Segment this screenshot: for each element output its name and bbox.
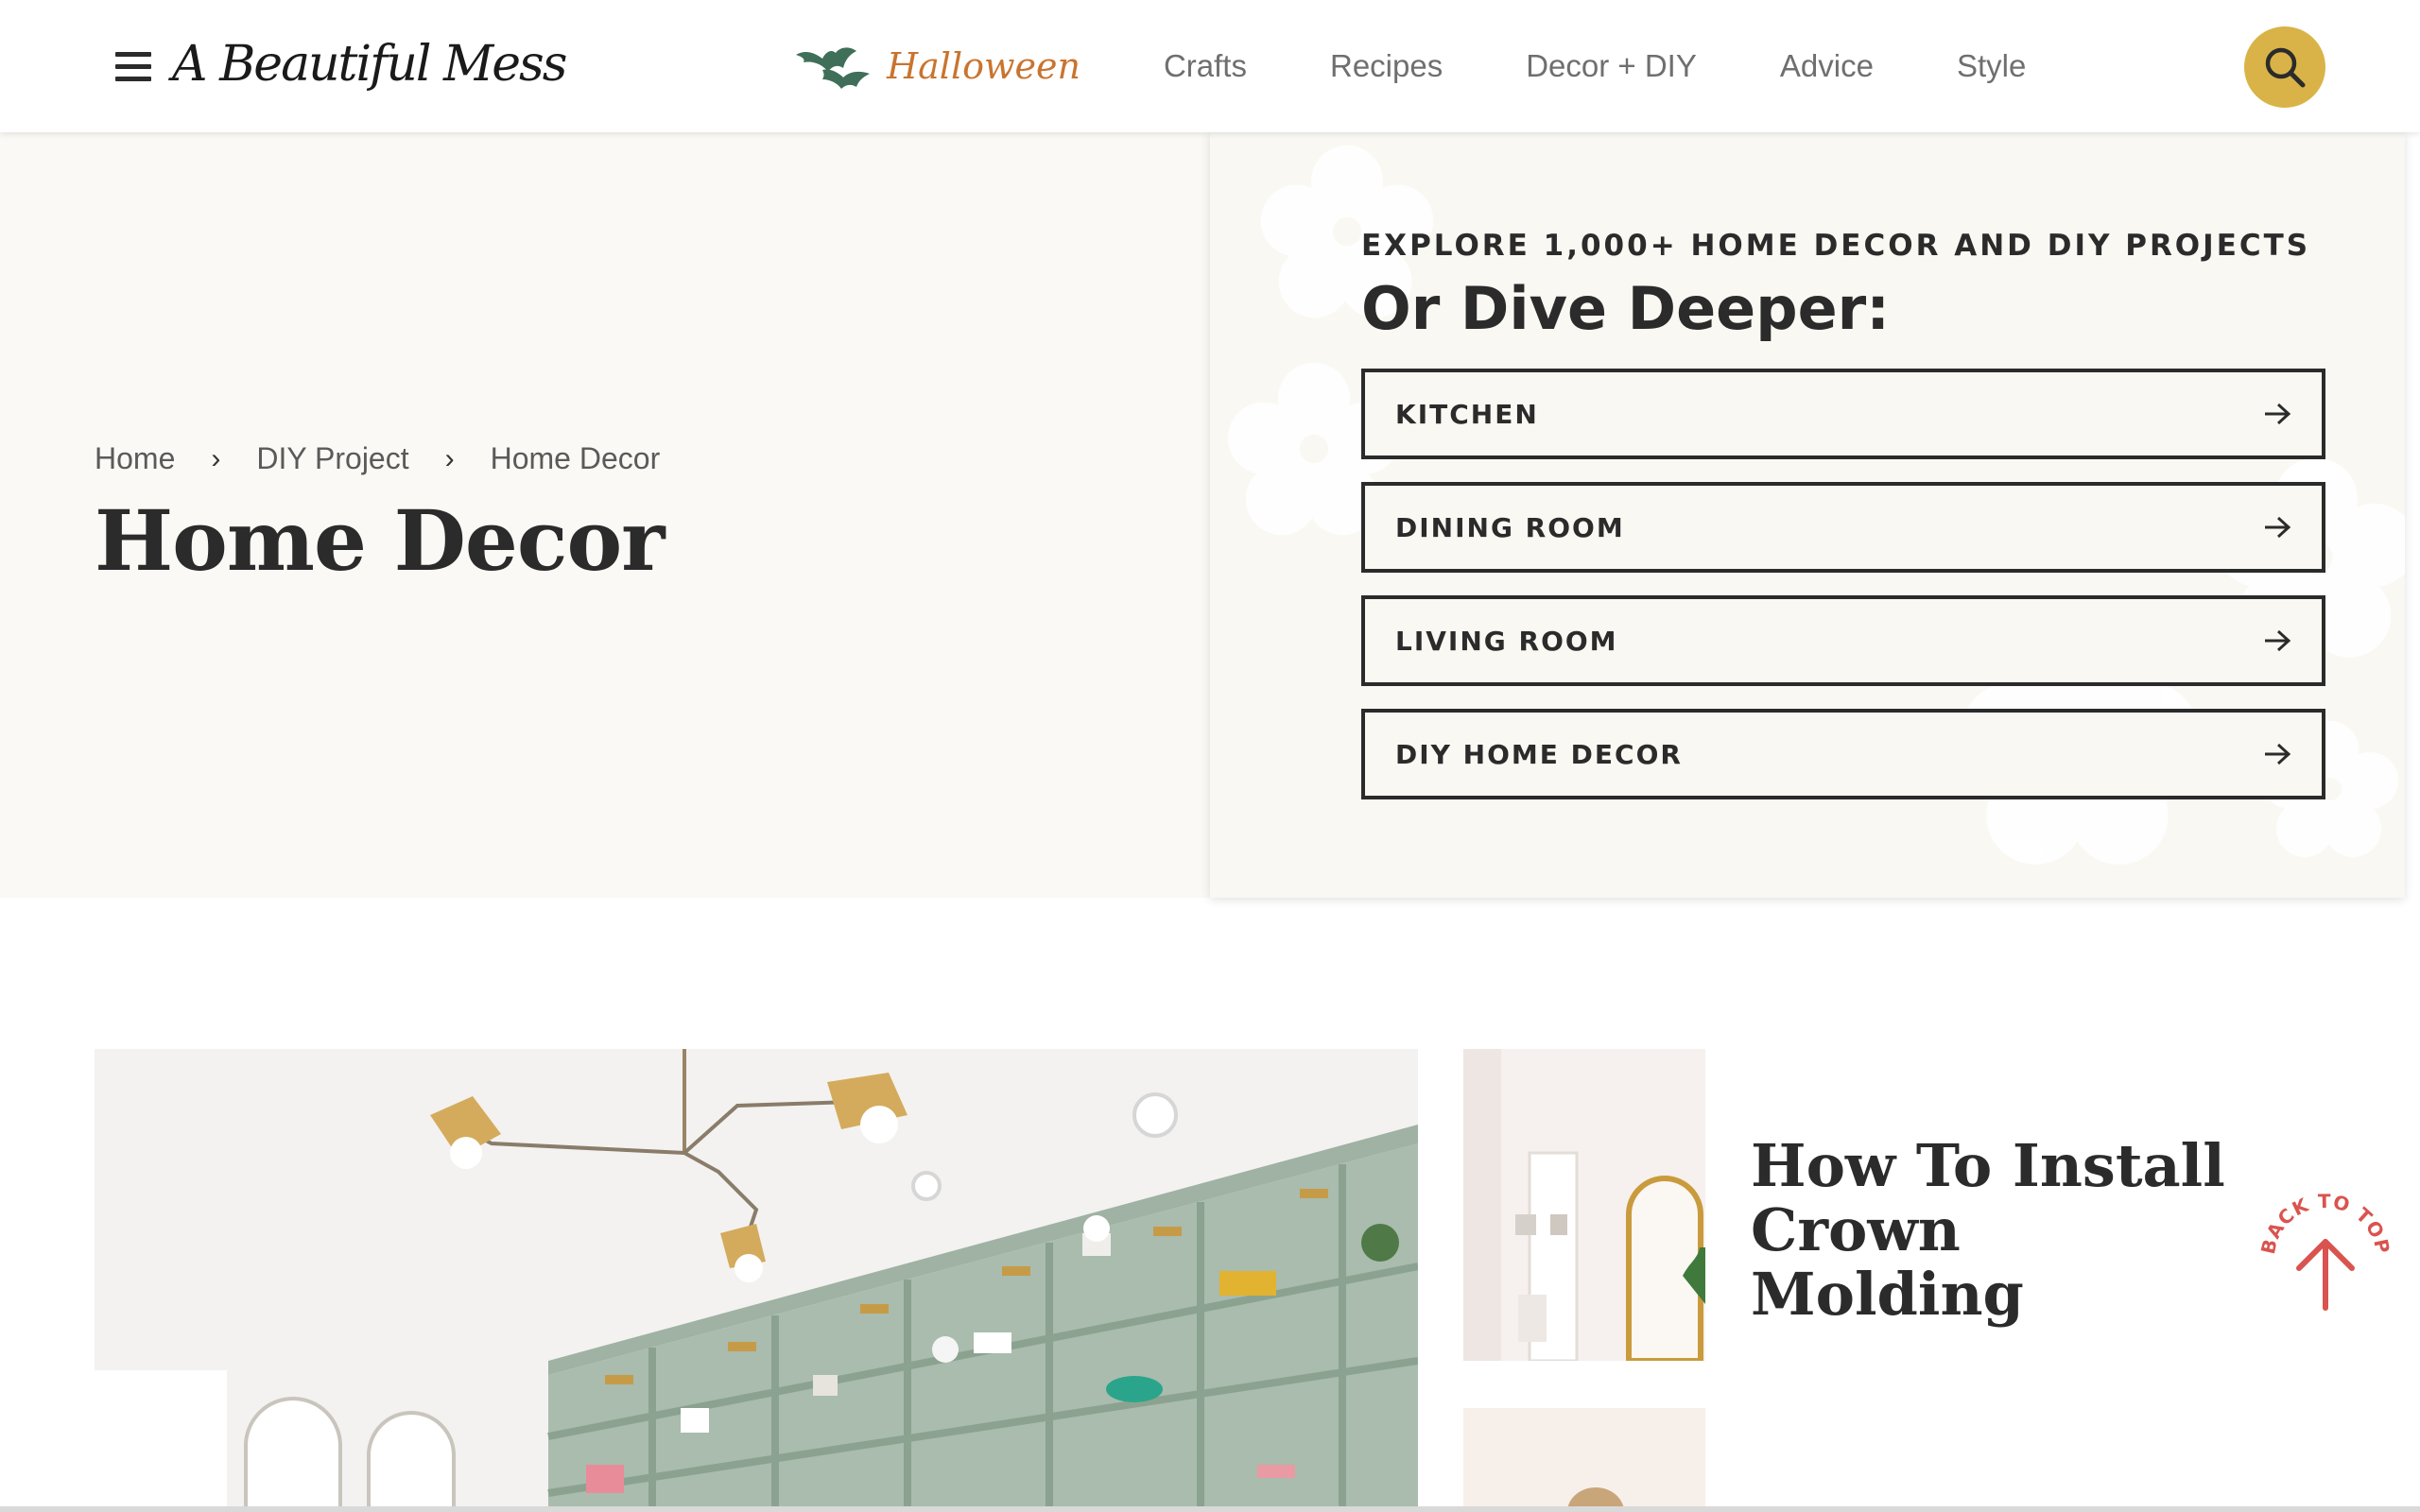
nav-item-style[interactable]: Style — [1957, 48, 2026, 84]
category-button-living-room[interactable]: LIVING ROOM — [1361, 595, 2325, 686]
category-button-dining-room[interactable]: DINING ROOM — [1361, 482, 2325, 573]
category-label: LIVING ROOM — [1395, 625, 1618, 657]
hamburger-menu-icon[interactable] — [115, 52, 151, 82]
nav-item-recipes[interactable]: Recipes — [1330, 48, 1443, 84]
breadcrumb-home-decor[interactable]: Home Decor — [491, 441, 661, 476]
category-list: KITCHEN DINING ROOM LIVING ROOM DIY HOME… — [1361, 369, 2325, 822]
main-nav: Halloween Crafts Recipes Decor + DIY Adv… — [794, 0, 2109, 132]
arrow-up-icon — [2296, 1239, 2355, 1311]
category-button-kitchen[interactable]: KITCHEN — [1361, 369, 2325, 459]
halloween-label: Halloween — [887, 45, 1080, 87]
arrow-right-icon — [2265, 403, 2291, 425]
explore-eyebrow: EXPLORE 1,000+ HOME DECOR AND DIY PROJEC… — [1361, 229, 2311, 263]
category-label: DIY HOME DECOR — [1395, 738, 1683, 770]
category-label: KITCHEN — [1395, 398, 1539, 430]
nav-item-halloween[interactable]: Halloween — [794, 42, 1080, 91]
arrow-right-icon — [2265, 743, 2291, 765]
nav-item-crafts[interactable]: Crafts — [1164, 48, 1247, 84]
breadcrumb-diy-project[interactable]: DIY Project — [256, 441, 408, 476]
post-thumbnail[interactable] — [1463, 1408, 1705, 1512]
arrow-right-icon — [2265, 516, 2291, 539]
explore-title: Or Dive Deeper: — [1361, 274, 1890, 343]
nav-item-advice[interactable]: Advice — [1780, 48, 1874, 84]
nav-item-decor-diy[interactable]: Decor + DIY — [1526, 48, 1697, 84]
breadcrumb: Home › DIY Project › Home Decor — [95, 441, 660, 476]
post-title[interactable]: How To Install Crown Molding — [1751, 1134, 2242, 1327]
search-icon — [2265, 47, 2306, 88]
category-label: DINING ROOM — [1395, 511, 1625, 543]
site-header: A Beautiful Mess Halloween Crafts Recipe… — [0, 0, 2420, 132]
hero-section: Home › DIY Project › Home Decor Home Dec… — [0, 132, 1210, 898]
back-to-top-button[interactable]: BACK TO TOP — [2256, 1190, 2394, 1323]
chevron-right-icon: › — [211, 442, 221, 474]
breadcrumb-home[interactable]: Home — [95, 441, 175, 476]
search-button[interactable] — [2244, 26, 2325, 108]
living-room-photo — [95, 1049, 1418, 1512]
bat-icon — [796, 47, 870, 89]
post-thumbnail[interactable] — [1463, 1049, 1705, 1361]
chevron-right-icon: › — [444, 442, 455, 474]
site-logo[interactable]: A Beautiful Mess — [172, 26, 567, 108]
logo-text: A Beautiful Mess — [172, 36, 567, 93]
arrow-right-icon — [2265, 629, 2291, 652]
page-title: Home Decor — [95, 491, 666, 590]
explore-panel: EXPLORE 1,000+ HOME DECOR AND DIY PROJEC… — [1210, 132, 2405, 898]
featured-post-image[interactable] — [95, 1049, 1418, 1512]
horizontal-scrollbar[interactable] — [0, 1506, 2420, 1512]
bedroom-photo — [1463, 1408, 1705, 1512]
hallway-photo — [1463, 1049, 1705, 1361]
category-button-diy-home-decor[interactable]: DIY HOME DECOR — [1361, 709, 2325, 799]
